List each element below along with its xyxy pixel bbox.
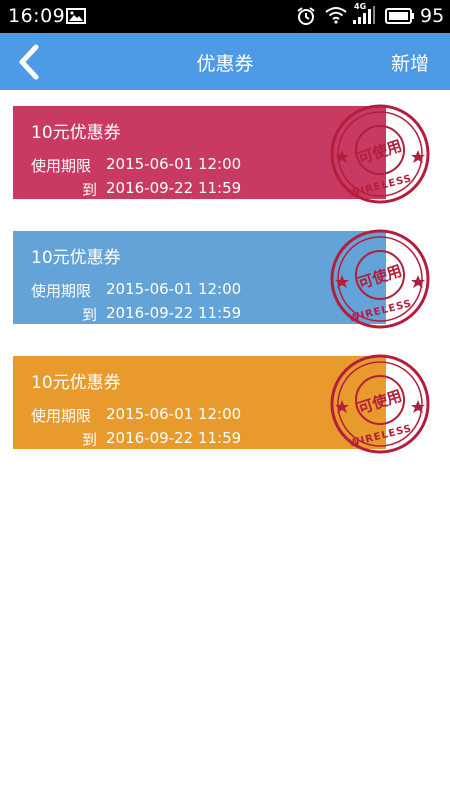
- coupon-card[interactable]: 10元优惠券 使用期限 2015-06-01 12:00 到 2016-09-2…: [13, 354, 431, 454]
- battery-level: 95: [420, 5, 445, 27]
- signal-icon: [352, 5, 376, 29]
- coupon-card[interactable]: 10元优惠券 使用期限 2015-06-01 12:00 到 2016-09-2…: [13, 229, 431, 329]
- gallery-icon: [66, 8, 86, 28]
- wifi-icon: [325, 6, 347, 28]
- valid-start: 2015-06-01 12:00: [106, 280, 242, 298]
- add-button[interactable]: 新增: [391, 49, 429, 76]
- valid-period-label: 使用期限: [31, 407, 92, 425]
- stamp-text: 可使用: [356, 386, 404, 417]
- status-time: 16:09: [8, 5, 66, 27]
- alarm-icon: [296, 6, 316, 30]
- valid-to-label: 到: [82, 431, 98, 449]
- valid-end: 2016-09-22 11:59: [106, 429, 242, 447]
- valid-end: 2016-09-22 11:59: [106, 304, 242, 322]
- available-stamp-icon: 可使用 WIRELESS: [330, 354, 430, 454]
- status-bar: 16:09 4G 95: [0, 0, 450, 33]
- stamp-text: 可使用: [356, 136, 404, 167]
- valid-end: 2016-09-22 11:59: [106, 179, 242, 197]
- coupon-amount: 10元优惠券: [31, 248, 121, 268]
- battery-icon: [385, 8, 415, 28]
- valid-to-label: 到: [82, 181, 98, 199]
- coupon-amount: 10元优惠券: [31, 123, 121, 143]
- coupon-amount: 10元优惠券: [31, 373, 121, 393]
- nav-bar: 优惠券 新增: [0, 33, 450, 90]
- available-stamp-icon: 可使用 WIRELESS: [330, 104, 430, 204]
- valid-start: 2015-06-01 12:00: [106, 405, 242, 423]
- valid-period-label: 使用期限: [31, 282, 92, 300]
- available-stamp-icon: 可使用 WIRELESS: [330, 229, 430, 329]
- valid-period-label: 使用期限: [31, 157, 92, 175]
- valid-to-label: 到: [82, 306, 98, 324]
- valid-start: 2015-06-01 12:00: [106, 155, 242, 173]
- page-title: 优惠券: [196, 53, 254, 75]
- stamp-text: 可使用: [356, 261, 404, 292]
- coupon-card[interactable]: 10元优惠券 使用期限 2015-06-01 12:00 到 2016-09-2…: [13, 104, 431, 204]
